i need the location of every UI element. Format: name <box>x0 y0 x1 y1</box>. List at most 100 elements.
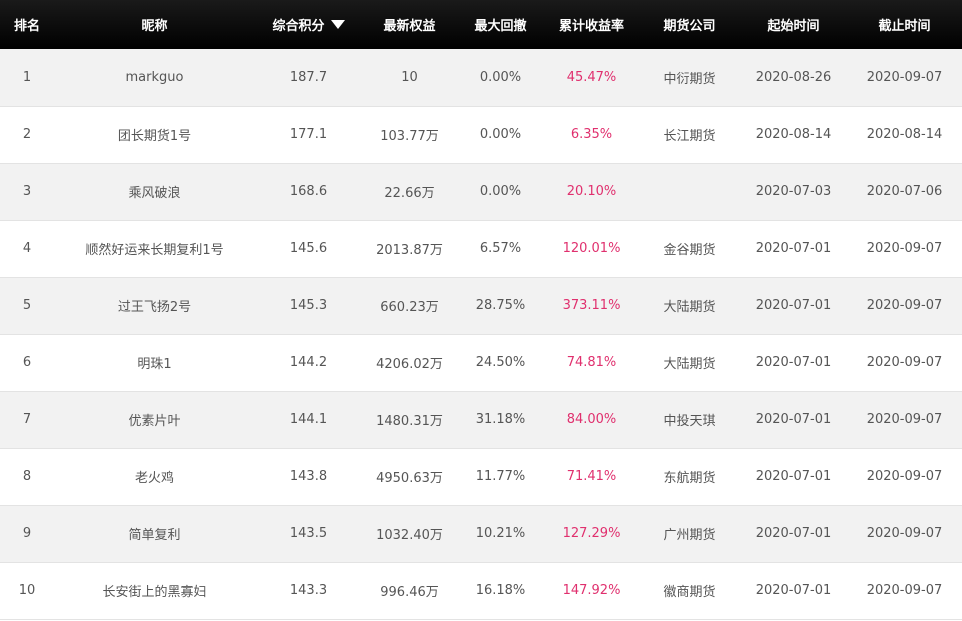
cell-equity: 1480.31万 <box>376 414 443 429</box>
cell-end-time: 2020-09-07 <box>866 355 943 370</box>
cell-equity: 2013.87万 <box>376 243 443 258</box>
table-row: 1 markguo 187.7 10 0.00% 45.47% 中衍期货 202… <box>0 49 962 106</box>
cell-drawdown: 28.75% <box>475 298 526 313</box>
cell-nickname-link[interactable]: markguo <box>54 49 255 106</box>
table-row: 10 长安街上的黑寡妇 143.3 996.46万 16.18% 147.92%… <box>0 562 962 619</box>
cell-return: 74.81% <box>566 355 617 370</box>
cell-score: 168.6 <box>289 184 328 199</box>
cell-drawdown: 0.00% <box>479 184 522 199</box>
cell-nickname-link[interactable]: 老火鸡 <box>54 448 255 505</box>
cell-drawdown: 10.21% <box>475 526 526 541</box>
cell-nickname-link[interactable]: 优素片叶 <box>54 391 255 448</box>
cell-nickname-link[interactable]: 团长期货1号 <box>54 106 255 163</box>
header-company: 期货公司 <box>663 19 716 34</box>
cell-company: 东航期货 <box>663 471 716 486</box>
cell-return: 20.10% <box>566 184 617 199</box>
cell-start-time: 2020-08-26 <box>755 69 832 85</box>
cell-start-time: 2020-07-01 <box>755 583 832 598</box>
cell-score: 144.1 <box>289 412 328 427</box>
cell-end-time: 2020-09-07 <box>866 412 943 427</box>
cell-equity: 22.66万 <box>384 186 435 201</box>
cell-score: 144.2 <box>289 355 328 370</box>
cell-nickname-link[interactable]: 明珠1 <box>54 334 255 391</box>
cell-rank: 10 <box>18 583 36 598</box>
cell-company: 中衍期货 <box>663 71 716 87</box>
cell-company: 广州期货 <box>663 528 716 543</box>
cell-score: 143.5 <box>289 526 328 541</box>
cell-rank: 8 <box>22 469 32 484</box>
cell-rank: 4 <box>22 241 32 256</box>
cell-rank: 7 <box>22 412 32 427</box>
header-score-label: 综合积分 <box>272 19 325 34</box>
table-header: 排名 昵称 综合积分 最新权益 最大回撤 累计收益率 期货公司 起始时间 截止时… <box>0 0 962 49</box>
cell-company: 徽商期货 <box>663 585 716 600</box>
cell-company: 中投天琪 <box>663 414 716 429</box>
cell-rank: 2 <box>22 127 32 142</box>
cell-rank: 6 <box>22 355 32 370</box>
header-row: 排名 昵称 综合积分 最新权益 最大回撤 累计收益率 期货公司 起始时间 截止时… <box>0 0 962 49</box>
cell-company: 长江期货 <box>663 129 716 144</box>
cell-drawdown: 11.77% <box>475 469 526 484</box>
cell-company: 大陆期货 <box>663 300 716 315</box>
cell-drawdown: 6.57% <box>479 241 522 256</box>
cell-company: 大陆期货 <box>663 357 716 372</box>
table-row: 3 乘风破浪 168.6 22.66万 0.00% 20.10% 2020-07… <box>0 163 962 220</box>
table-row: 2 团长期货1号 177.1 103.77万 0.00% 6.35% 长江期货 … <box>0 106 962 163</box>
cell-nickname-link[interactable]: 长安街上的黑寡妇 <box>54 562 255 619</box>
header-equity: 最新权益 <box>383 19 436 34</box>
cell-nickname-link[interactable]: 顺然好运来长期复利1号 <box>54 220 255 277</box>
cell-start-time: 2020-07-01 <box>755 412 832 427</box>
cell-nickname-link[interactable]: 过王飞扬2号 <box>54 277 255 334</box>
cell-return: 127.29% <box>562 526 621 541</box>
cell-equity: 996.46万 <box>380 585 439 600</box>
cell-score: 145.3 <box>289 298 328 313</box>
cell-equity: 4950.63万 <box>376 471 443 486</box>
cell-end-time: 2020-09-07 <box>866 469 943 484</box>
cell-return: 120.01% <box>562 241 621 256</box>
table-body: 1 markguo 187.7 10 0.00% 45.47% 中衍期货 202… <box>0 49 962 619</box>
header-end-time: 截止时间 <box>878 19 931 34</box>
cell-score: 143.3 <box>289 583 328 598</box>
cell-rank: 3 <box>22 184 32 199</box>
header-return: 累计收益率 <box>558 19 624 34</box>
cell-score: 143.8 <box>289 469 328 484</box>
cell-end-time: 2020-09-07 <box>866 241 943 256</box>
cell-drawdown: 31.18% <box>475 412 526 427</box>
cell-start-time: 2020-07-01 <box>755 241 832 256</box>
cell-return: 84.00% <box>566 412 617 427</box>
cell-company: 金谷期货 <box>663 243 716 258</box>
cell-equity: 103.77万 <box>380 129 439 144</box>
cell-end-time: 2020-08-14 <box>866 127 943 142</box>
header-drawdown: 最大回撤 <box>474 19 527 34</box>
cell-return: 45.47% <box>566 69 617 85</box>
table-row: 5 过王飞扬2号 145.3 660.23万 28.75% 373.11% 大陆… <box>0 277 962 334</box>
header-score-sort[interactable]: 综合积分 <box>255 0 362 49</box>
header-start-time: 起始时间 <box>767 19 820 34</box>
table-row: 9 简单复利 143.5 1032.40万 10.21% 127.29% 广州期… <box>0 505 962 562</box>
cell-rank: 1 <box>22 69 32 85</box>
cell-nickname-link[interactable]: 简单复利 <box>54 505 255 562</box>
cell-equity: 1032.40万 <box>376 528 443 543</box>
cell-start-time: 2020-07-01 <box>755 469 832 484</box>
cell-end-time: 2020-07-06 <box>866 184 943 199</box>
cell-end-time: 2020-09-07 <box>866 526 943 541</box>
cell-end-time: 2020-09-07 <box>866 583 943 598</box>
cell-start-time: 2020-07-01 <box>755 355 832 370</box>
cell-start-time: 2020-07-01 <box>755 298 832 313</box>
table-row: 8 老火鸡 143.8 4950.63万 11.77% 71.41% 东航期货 … <box>0 448 962 505</box>
ranking-table: 排名 昵称 综合积分 最新权益 最大回撤 累计收益率 期货公司 起始时间 截止时… <box>0 0 962 620</box>
cell-drawdown: 0.00% <box>479 69 522 85</box>
cell-rank: 9 <box>22 526 32 541</box>
cell-company <box>639 163 740 220</box>
cell-score: 187.7 <box>289 69 328 85</box>
cell-nickname-link[interactable]: 乘风破浪 <box>54 163 255 220</box>
table-row: 7 优素片叶 144.1 1480.31万 31.18% 84.00% 中投天琪… <box>0 391 962 448</box>
cell-return: 373.11% <box>562 298 621 313</box>
cell-start-time: 2020-07-01 <box>755 526 832 541</box>
cell-drawdown: 24.50% <box>475 355 526 370</box>
cell-equity: 660.23万 <box>380 300 439 315</box>
cell-end-time: 2020-09-07 <box>866 298 943 313</box>
cell-start-time: 2020-08-14 <box>755 127 832 142</box>
cell-drawdown: 16.18% <box>475 583 526 598</box>
cell-return: 6.35% <box>570 127 613 142</box>
